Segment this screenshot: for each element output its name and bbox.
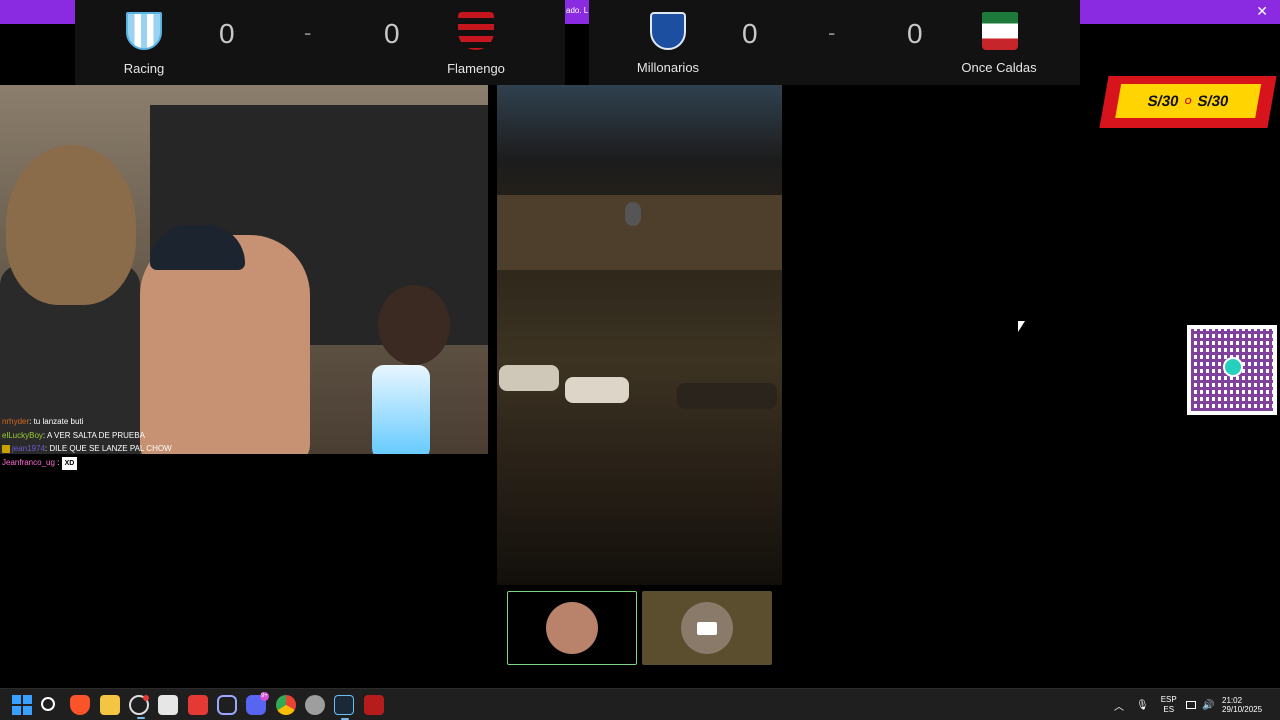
chat-message: elLuckyBoy: A VER SALTA DE PRUEBA bbox=[2, 430, 145, 440]
video-camera-icon bbox=[697, 622, 717, 635]
score-separator: - bbox=[304, 20, 312, 45]
chrome-icon[interactable] bbox=[276, 695, 296, 715]
home-score: 0 bbox=[219, 18, 235, 49]
language-indicator[interactable]: ESP ES bbox=[1161, 695, 1177, 715]
settings-gear-icon[interactable] bbox=[305, 695, 325, 715]
away-team-name: Once Caldas bbox=[961, 60, 1037, 75]
home-score: 0 bbox=[742, 18, 758, 49]
windows-start-icon[interactable] bbox=[12, 695, 32, 715]
clock-time: 21:02 bbox=[1222, 696, 1243, 705]
doll-head bbox=[378, 285, 450, 365]
score-separator: - bbox=[828, 20, 836, 45]
away-score: 0 bbox=[907, 18, 923, 49]
chat-text: A VER SALTA DE PRUEBA bbox=[46, 430, 145, 440]
taskbar: 9+ ︿ 🎙 ESP ES 🔊 21:02 29/10/2025 bbox=[0, 688, 1280, 720]
mascot-costume bbox=[6, 145, 136, 305]
microphone bbox=[372, 365, 430, 454]
home-team bbox=[94, 12, 194, 50]
dota-icon[interactable] bbox=[364, 695, 384, 715]
language-code: ESP bbox=[1160, 695, 1177, 704]
scoreboard-match-2: Millonarios 0 - 0 Once Caldas bbox=[589, 0, 1080, 85]
chat-emote: XD bbox=[61, 456, 78, 470]
promo-offer: S/30 O S/30 bbox=[1115, 84, 1262, 118]
quick-settings[interactable]: 🔊 bbox=[1186, 689, 1214, 720]
clock-date: 29/10/2025 bbox=[1222, 705, 1263, 714]
chat-message: Jeanfranco_ug : XD bbox=[2, 456, 172, 470]
qr-pattern bbox=[1191, 329, 1273, 411]
chat-message: jean1974: DILE QUE SE LANZE PAL CHOW bbox=[2, 442, 172, 456]
parked-car bbox=[677, 383, 777, 409]
streamer-webcam bbox=[0, 85, 488, 454]
away-team-name: Flamengo bbox=[447, 61, 505, 76]
chat-username: Jeanfranco_ug bbox=[2, 457, 55, 467]
banner-text: ado. L bbox=[566, 6, 589, 15]
volume-icon: 🔊 bbox=[1202, 699, 1215, 711]
home-team-name: Millonarios bbox=[636, 60, 700, 75]
promo-or: O bbox=[1183, 96, 1193, 106]
mouse-cursor-icon bbox=[1018, 321, 1025, 332]
video-app-icon[interactable] bbox=[188, 695, 208, 715]
chat-message: nrhyder: tu lanzate buti bbox=[2, 417, 84, 426]
microphone-icon[interactable]: 🎙 bbox=[1136, 700, 1149, 711]
close-icon[interactable]: ✕ bbox=[1256, 3, 1268, 20]
away-score: 0 bbox=[384, 18, 400, 49]
chevron-up-icon[interactable]: ︿ bbox=[1114, 698, 1124, 713]
discord-icon[interactable]: 9+ bbox=[246, 692, 269, 715]
avatar bbox=[546, 602, 598, 654]
millonarios-crest-icon bbox=[650, 12, 686, 50]
chat-text: DILE QUE SE LANZE PAL CHOW bbox=[49, 444, 172, 453]
away-team bbox=[426, 12, 526, 50]
keyboard-layout: ES bbox=[1163, 705, 1175, 714]
promo-banner[interactable]: S/30 O S/30 bbox=[1099, 76, 1277, 128]
flamengo-crest-icon bbox=[458, 12, 494, 50]
network-icon bbox=[1186, 701, 1196, 709]
yape-qr-code bbox=[1187, 325, 1277, 415]
notification-badge: 9+ bbox=[260, 692, 269, 701]
steam-icon[interactable] bbox=[334, 695, 354, 720]
recording-indicator-icon bbox=[143, 695, 149, 701]
promo-amount-left: S/30 bbox=[1146, 92, 1181, 110]
participant-tile-remote[interactable] bbox=[642, 591, 772, 665]
obs-icon[interactable] bbox=[129, 695, 149, 719]
promo-amount-right: S/30 bbox=[1196, 92, 1231, 110]
racing-crest-icon bbox=[126, 12, 162, 50]
once-caldas-crest-icon bbox=[982, 12, 1018, 50]
subscriber-badge-icon bbox=[2, 444, 10, 453]
scoreboard-match-1: Racing 0 - 0 Flamengo bbox=[75, 0, 565, 85]
away-team bbox=[950, 12, 1050, 50]
search-icon[interactable] bbox=[41, 697, 55, 711]
driving-car bbox=[625, 202, 641, 226]
home-team-name: Racing bbox=[123, 61, 165, 76]
file-explorer-icon[interactable] bbox=[100, 695, 120, 715]
brave-browser-icon[interactable] bbox=[70, 695, 90, 715]
parked-car bbox=[499, 365, 559, 391]
game-controller-icon[interactable] bbox=[217, 695, 237, 715]
chat-username: jean1974 bbox=[12, 444, 45, 453]
participant-tile-self[interactable] bbox=[507, 591, 637, 665]
yape-logo-icon bbox=[1223, 357, 1243, 377]
chat-username: nrhyder bbox=[2, 417, 30, 426]
parked-car bbox=[565, 377, 629, 403]
chat-overlay: nrhyder: tu lanzate buti elLuckyBoy: A V… bbox=[2, 415, 172, 470]
call-video-feed bbox=[497, 85, 782, 585]
chat-text: tu lanzate buti bbox=[33, 417, 84, 426]
clock[interactable]: 21:02 29/10/2025 bbox=[1222, 689, 1270, 720]
app-window-icon[interactable] bbox=[158, 695, 178, 715]
chat-username: elLuckyBoy bbox=[2, 430, 43, 440]
home-team bbox=[618, 12, 718, 50]
